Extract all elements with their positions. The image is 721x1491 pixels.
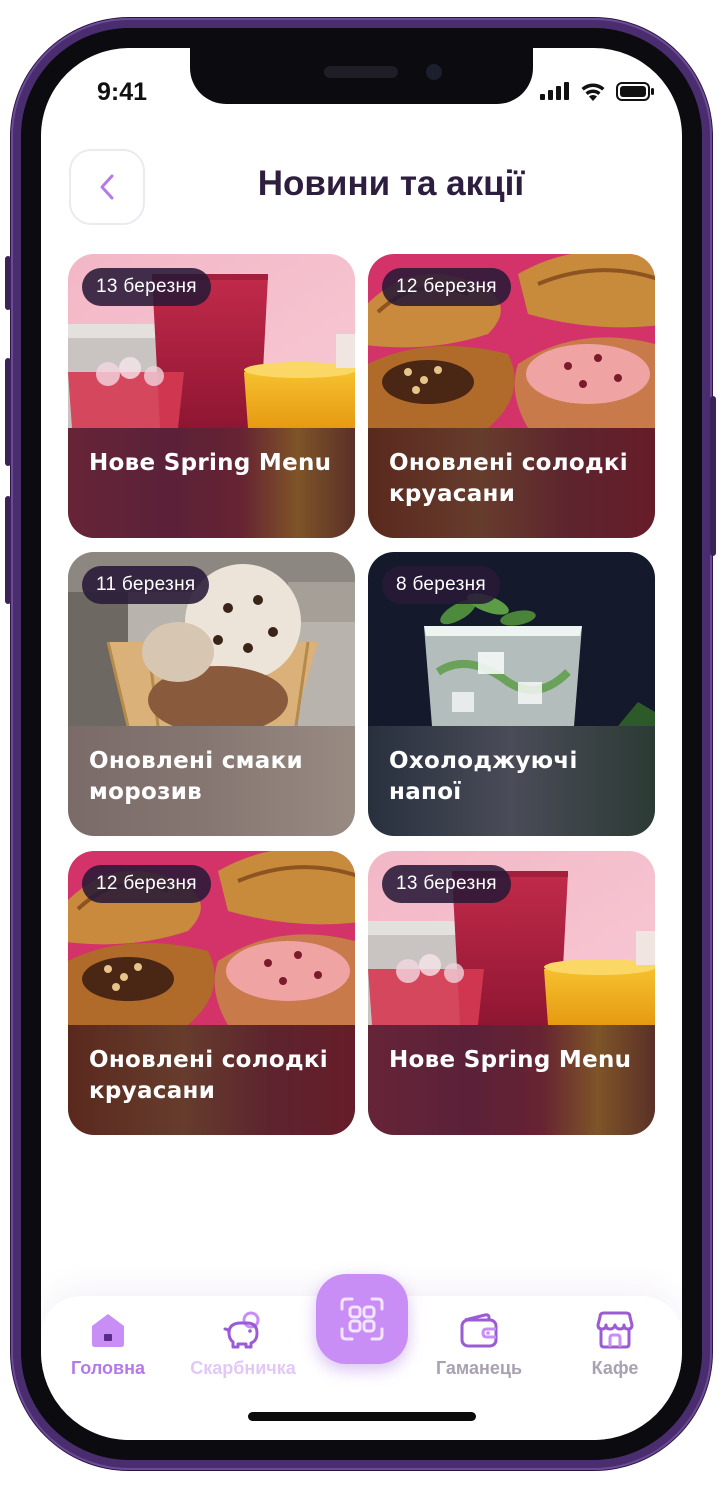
date-chip: 12 березня: [382, 268, 511, 306]
home-indicator: [248, 1412, 476, 1421]
date-chip: 12 березня: [82, 865, 211, 903]
back-button[interactable]: [69, 149, 145, 225]
screen: 9:41 Новини та акції 13 березня Нове Spr…: [41, 48, 682, 1440]
nav-label: Кафе: [591, 1358, 639, 1378]
notch: [190, 48, 533, 104]
card-caption-background: [368, 1025, 655, 1135]
news-card[interactable]: 8 березня Охолоджуючі напої: [368, 552, 655, 836]
signal-icon: [540, 82, 569, 100]
power-button: [710, 396, 716, 556]
nav-item-wallet[interactable]: Гаманець: [419, 1310, 539, 1379]
card-title: Нове Spring Menu: [389, 1047, 632, 1073]
battery-icon: [616, 81, 654, 101]
nav-label: Головна: [71, 1358, 145, 1378]
status-icons: [540, 81, 654, 101]
nav-item-cafe[interactable]: Кафе: [555, 1310, 675, 1379]
scan-icon: [340, 1297, 384, 1341]
wallet-icon: [460, 1313, 498, 1348]
card-title: Оновлені солодкі круасани: [89, 1047, 328, 1104]
chevron-left-icon: [100, 174, 114, 200]
home-icon: [92, 1314, 124, 1347]
page-title: Новини та акції: [257, 164, 525, 203]
date-chip: 11 березня: [82, 566, 210, 604]
cafe-icon: [596, 1311, 634, 1349]
card-title: Оновлені солодкі круасани: [389, 450, 628, 507]
card-title: Оновлені смаки морозив: [89, 748, 303, 805]
news-card[interactable]: 13 березня Нове Spring Menu: [368, 851, 655, 1135]
volume-up-button: [5, 358, 11, 466]
nav-item-piggy-bank[interactable]: Скарбничка: [183, 1310, 303, 1379]
card-caption-background: [68, 428, 355, 538]
card-title: Нове Spring Menu: [89, 450, 332, 476]
status-time: 9:41: [97, 78, 148, 106]
speaker: [324, 66, 398, 78]
volume-down-button: [5, 496, 11, 604]
news-card[interactable]: 12 березня Оновлені солодкі круасани: [68, 851, 355, 1135]
nav-label: Скарбничка: [190, 1358, 296, 1378]
date-chip: 8 березня: [382, 566, 500, 604]
card-title: Охолоджуючі напої: [389, 748, 578, 805]
mute-switch: [5, 256, 11, 310]
camera: [426, 64, 442, 80]
date-chip: 13 березня: [82, 268, 211, 306]
news-card[interactable]: 13 березня Нове Spring Menu: [68, 254, 355, 538]
piggy-bank-icon: [223, 1311, 260, 1349]
news-card[interactable]: 12 березня Оновлені солодкі круасани: [368, 254, 655, 538]
nav-item-home[interactable]: Головна: [48, 1310, 168, 1379]
nav-label: Гаманець: [435, 1358, 523, 1378]
date-chip: 13 березня: [382, 865, 511, 903]
scan-button[interactable]: [316, 1274, 408, 1364]
news-card[interactable]: 11 березня Оновлені смаки морозив: [68, 552, 355, 836]
wifi-icon: [581, 83, 605, 101]
